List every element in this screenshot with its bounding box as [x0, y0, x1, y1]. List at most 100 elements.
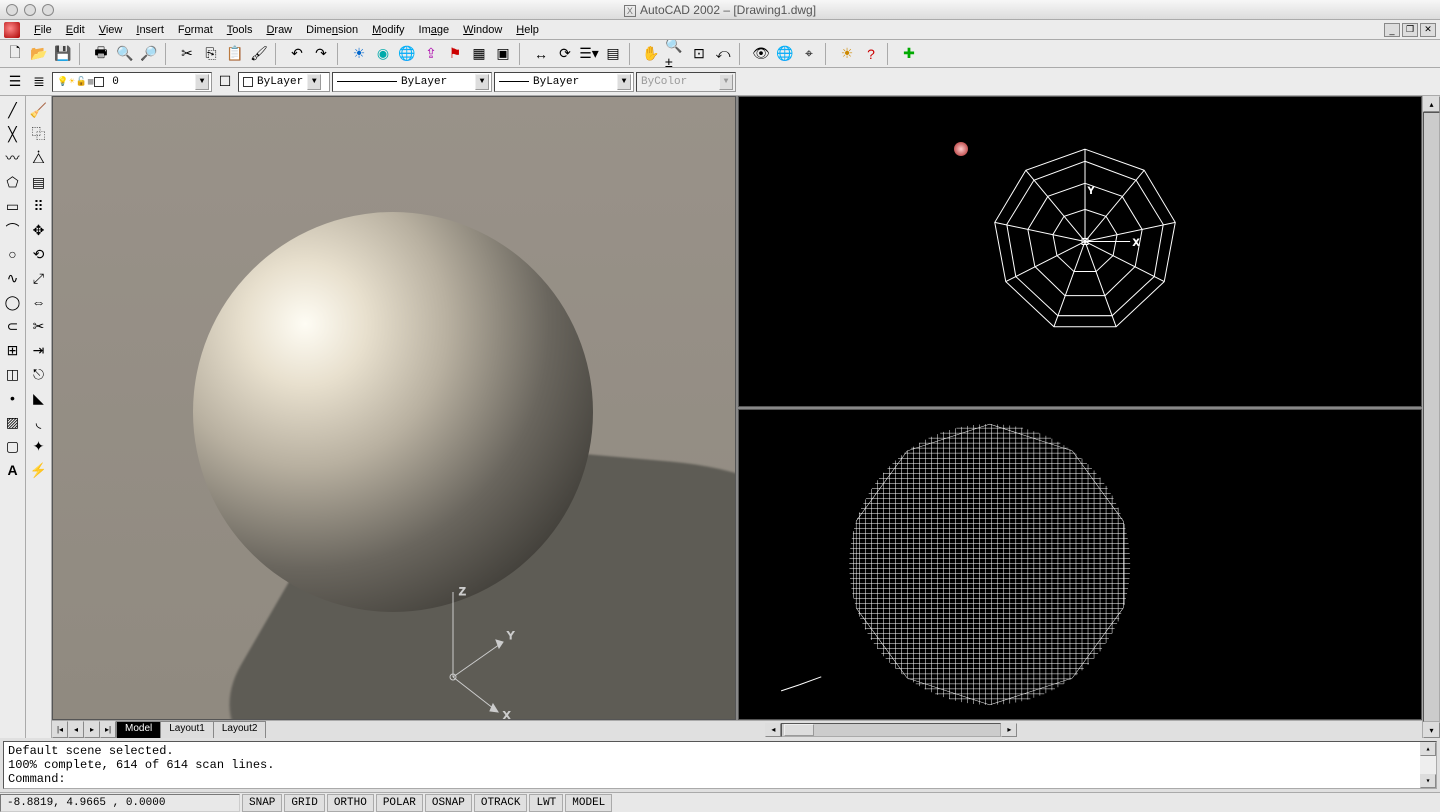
zoomrt-icon[interactable]: 🔍±	[664, 43, 686, 65]
help-icon[interactable]: ?	[860, 43, 882, 65]
polygon-icon[interactable]: ⬠	[2, 171, 24, 193]
meetnow-icon[interactable]: ◉	[372, 43, 394, 65]
extra-icon[interactable]: ✚	[898, 43, 920, 65]
spline-icon[interactable]: ∿	[2, 267, 24, 289]
menu-view[interactable]: View	[93, 22, 129, 38]
tab-layout1[interactable]: Layout1	[160, 721, 214, 738]
vscrollbar[interactable]: ▴ ▾	[1422, 96, 1440, 738]
menu-help[interactable]: Help	[510, 22, 545, 38]
insert-icon[interactable]: ⊞	[2, 339, 24, 361]
zoomwin-icon[interactable]: ⊡	[688, 43, 710, 65]
scroll-right-icon[interactable]: ▸	[1001, 723, 1017, 737]
hscrollbar[interactable]: ◂ ▸	[765, 721, 1422, 738]
pan-icon[interactable]: ✋	[640, 43, 662, 65]
erase-icon[interactable]: 🧹	[28, 99, 50, 121]
move-icon[interactable]: ✥	[28, 219, 50, 241]
linetype-combo[interactable]: ByLayer ▼	[332, 72, 492, 92]
extend-icon[interactable]: ⇥	[28, 339, 50, 361]
namedviews-icon[interactable]: 👁	[750, 43, 772, 65]
trim-icon[interactable]: ✂	[28, 315, 50, 337]
zoomprev-icon[interactable]: ⤺	[712, 43, 734, 65]
save-icon[interactable]: 💾	[52, 43, 74, 65]
today-icon[interactable]: ☀	[348, 43, 370, 65]
menu-insert[interactable]: Insert	[130, 22, 170, 38]
matchprop-icon[interactable]: 🖌	[248, 43, 270, 65]
menu-dimension[interactable]: Dimension	[300, 22, 364, 38]
mdi-restore-icon[interactable]: ❐	[1402, 23, 1418, 37]
flash-icon[interactable]: ⚡	[28, 459, 50, 481]
scale-icon[interactable]: ⤢	[28, 267, 50, 289]
menu-draw[interactable]: Draw	[260, 22, 298, 38]
menu-modify[interactable]: Modify	[366, 22, 410, 38]
dist-icon[interactable]: ↔	[530, 43, 552, 65]
3dorbit-icon[interactable]: 🌐	[774, 43, 796, 65]
chevron-down-icon[interactable]: ▼	[195, 74, 209, 90]
rectangle-icon[interactable]: ▭	[2, 195, 24, 217]
explode-icon[interactable]: ✦	[28, 435, 50, 457]
viewport-top[interactable]: X Y	[738, 96, 1422, 407]
color-combo[interactable]: ByLayer ▼	[238, 72, 330, 92]
render-icon[interactable]: ☀	[836, 43, 858, 65]
zoom-icon[interactable]	[42, 4, 54, 16]
viewport-render[interactable]: Z Y X	[52, 96, 736, 720]
chevron-down-icon[interactable]: ▼	[617, 74, 631, 90]
makeblock-icon[interactable]: ◫	[2, 363, 24, 385]
redraw-icon[interactable]: ⟳	[554, 43, 576, 65]
find-icon[interactable]: 🔎	[138, 43, 160, 65]
mode-otrack[interactable]: OTRACK	[474, 794, 528, 812]
scroll-left-icon[interactable]: ◂	[765, 723, 781, 737]
fillet-icon[interactable]: ◟	[28, 411, 50, 433]
properties-icon[interactable]: ☰▾	[578, 43, 600, 65]
chamfer-icon[interactable]: ◣	[28, 387, 50, 409]
scroll-up-icon[interactable]: ▴	[1423, 96, 1440, 112]
mdi-close-icon[interactable]: ✕	[1420, 23, 1436, 37]
ellipse-icon[interactable]: ◯	[2, 291, 24, 313]
array-icon[interactable]: ⠿	[28, 195, 50, 217]
mode-grid[interactable]: GRID	[284, 794, 324, 812]
designcenter-icon[interactable]: ▤	[602, 43, 624, 65]
mode-osnap[interactable]: OSNAP	[425, 794, 472, 812]
viewport-front[interactable]	[738, 409, 1422, 720]
menu-window[interactable]: Window	[457, 22, 508, 38]
tab-model[interactable]: Model	[116, 721, 161, 738]
mode-model[interactable]: MODEL	[565, 794, 612, 812]
rotate-icon[interactable]: ⟲	[28, 243, 50, 265]
region-icon[interactable]: ▢	[2, 435, 24, 457]
copy-icon[interactable]: ⎘	[200, 43, 222, 65]
cut-icon[interactable]: ✂	[176, 43, 198, 65]
scroll-down-icon[interactable]: ▾	[1423, 722, 1440, 738]
layermgr-icon[interactable]: ☰	[4, 71, 26, 93]
arc-icon[interactable]: ⌒	[2, 219, 24, 241]
dbconnect-icon[interactable]: ⚑	[444, 43, 466, 65]
mode-lwt[interactable]: LWT	[529, 794, 563, 812]
offset-icon[interactable]: ▤	[28, 171, 50, 193]
new-icon[interactable]: 🗋	[4, 43, 26, 65]
chevron-down-icon[interactable]: ▼	[307, 74, 321, 90]
redo-icon[interactable]: ↷	[310, 43, 332, 65]
command-window[interactable]: Default scene selected. 100% complete, 6…	[3, 741, 1437, 789]
hatch-icon[interactable]: ▨	[2, 411, 24, 433]
tab-layout2[interactable]: Layout2	[213, 721, 267, 738]
etransmit-icon[interactable]: ⇪	[420, 43, 442, 65]
paste-icon[interactable]: 📋	[224, 43, 246, 65]
break-icon[interactable]: ⎋	[28, 363, 50, 385]
mirror-icon[interactable]: ⧊	[28, 147, 50, 169]
mode-polar[interactable]: POLAR	[376, 794, 423, 812]
tab-first-icon[interactable]: |◂	[52, 721, 68, 738]
xline-icon[interactable]: ╳	[2, 123, 24, 145]
mtext-icon[interactable]: A	[2, 459, 24, 481]
publish-icon[interactable]: 🌐	[396, 43, 418, 65]
tab-last-icon[interactable]: ▸|	[100, 721, 116, 738]
mdi-minimize-icon[interactable]: _	[1384, 23, 1400, 37]
circle-icon[interactable]: ○	[2, 243, 24, 265]
minimize-icon[interactable]	[24, 4, 36, 16]
point-icon[interactable]: •	[2, 387, 24, 409]
layer-combo[interactable]: 💡☀🔓▦ 0 ▼	[52, 72, 212, 92]
layerprev-icon[interactable]: ≣	[28, 71, 50, 93]
pline-icon[interactable]: 〰	[2, 147, 24, 169]
mode-snap[interactable]: SNAP	[242, 794, 282, 812]
mode-ortho[interactable]: ORTHO	[327, 794, 374, 812]
menu-edit[interactable]: Edit	[60, 22, 91, 38]
menu-tools[interactable]: Tools	[221, 22, 259, 38]
lineweight-combo[interactable]: ByLayer ▼	[494, 72, 634, 92]
